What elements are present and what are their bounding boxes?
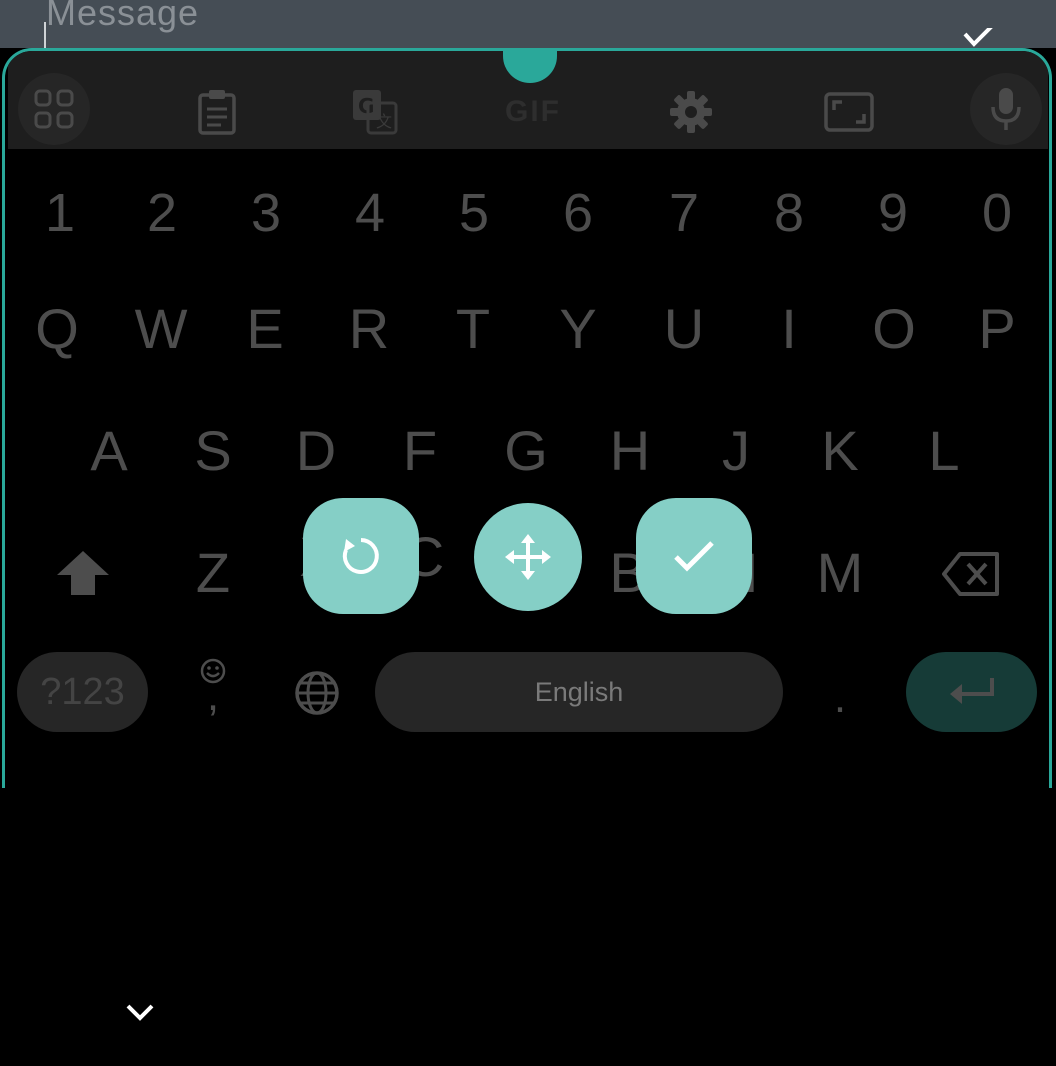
key-d[interactable]: D <box>266 416 366 486</box>
key-a[interactable]: A <box>59 416 159 486</box>
translate-icon: G 文 <box>353 90 398 135</box>
reset-size-button[interactable] <box>303 498 419 614</box>
apps-grid-icon <box>34 89 74 129</box>
send-check-icon[interactable] <box>962 28 1002 48</box>
move-keyboard-button[interactable] <box>474 503 582 611</box>
key-k[interactable]: K <box>790 416 890 486</box>
backspace-icon[interactable] <box>942 552 1000 596</box>
reset-icon <box>342 538 379 574</box>
key-z[interactable]: Z <box>163 538 263 608</box>
period-key[interactable]: . <box>832 676 848 720</box>
key-o[interactable]: O <box>844 294 944 364</box>
key-7[interactable]: 7 <box>634 178 734 248</box>
message-input[interactable]: Message <box>46 0 199 34</box>
key-3[interactable]: 3 <box>216 178 316 248</box>
settings-gear-icon <box>670 91 712 133</box>
gif-icon: GIF <box>505 95 561 128</box>
key-1[interactable]: 1 <box>10 178 110 248</box>
spacebar[interactable]: English <box>375 652 783 732</box>
key-h[interactable]: H <box>580 416 680 486</box>
key-j[interactable]: J <box>686 416 786 486</box>
enter-key[interactable] <box>906 652 1037 732</box>
key-0[interactable]: 0 <box>947 178 1047 248</box>
key-y[interactable]: Y <box>528 294 628 364</box>
svg-text:文: 文 <box>376 112 392 131</box>
checkmark-icon <box>674 541 714 572</box>
resize-button[interactable] <box>814 77 884 147</box>
voice-input-button[interactable] <box>970 73 1042 145</box>
key-e[interactable]: E <box>215 294 315 364</box>
key-8[interactable]: 8 <box>739 178 839 248</box>
gif-button[interactable]: GIF <box>498 77 568 147</box>
key-r[interactable]: R <box>319 294 419 364</box>
key-i[interactable]: I <box>739 294 839 364</box>
svg-text:G: G <box>358 94 374 118</box>
clipboard-button[interactable] <box>182 77 252 147</box>
key-6[interactable]: 6 <box>528 178 628 248</box>
key-g[interactable]: G <box>476 416 576 486</box>
symbols-key[interactable]: ?123 <box>17 652 148 732</box>
key-p[interactable]: P <box>947 294 1047 364</box>
emoji-comma-key[interactable]: , <box>196 656 230 720</box>
app-bar: Message <box>0 0 1056 48</box>
key-f[interactable]: F <box>370 416 470 486</box>
settings-button[interactable] <box>656 77 726 147</box>
hide-keyboard-chevron-icon[interactable] <box>122 998 158 1026</box>
key-9[interactable]: 9 <box>843 178 943 248</box>
key-m[interactable]: M <box>790 538 890 608</box>
done-resize-button[interactable] <box>636 498 752 614</box>
key-w[interactable]: W <box>111 294 211 364</box>
clipboard-icon <box>198 90 236 135</box>
key-q[interactable]: Q <box>7 294 107 364</box>
microphone-icon <box>991 88 1021 130</box>
shift-icon[interactable] <box>56 550 110 596</box>
enter-arrow-icon <box>949 678 994 704</box>
key-l[interactable]: L <box>894 416 994 486</box>
key-u[interactable]: U <box>634 294 734 364</box>
key-s[interactable]: S <box>163 416 263 486</box>
key-2[interactable]: 2 <box>112 178 212 248</box>
globe-language-icon[interactable] <box>294 670 340 716</box>
key-4[interactable]: 4 <box>320 178 420 248</box>
translate-button[interactable]: G 文 <box>340 77 410 147</box>
move-icon <box>505 534 551 580</box>
key-t[interactable]: T <box>423 294 523 364</box>
apps-grid-button[interactable] <box>18 73 90 145</box>
comma-label: , <box>206 671 220 720</box>
key-5[interactable]: 5 <box>424 178 524 248</box>
resize-icon <box>824 92 874 132</box>
